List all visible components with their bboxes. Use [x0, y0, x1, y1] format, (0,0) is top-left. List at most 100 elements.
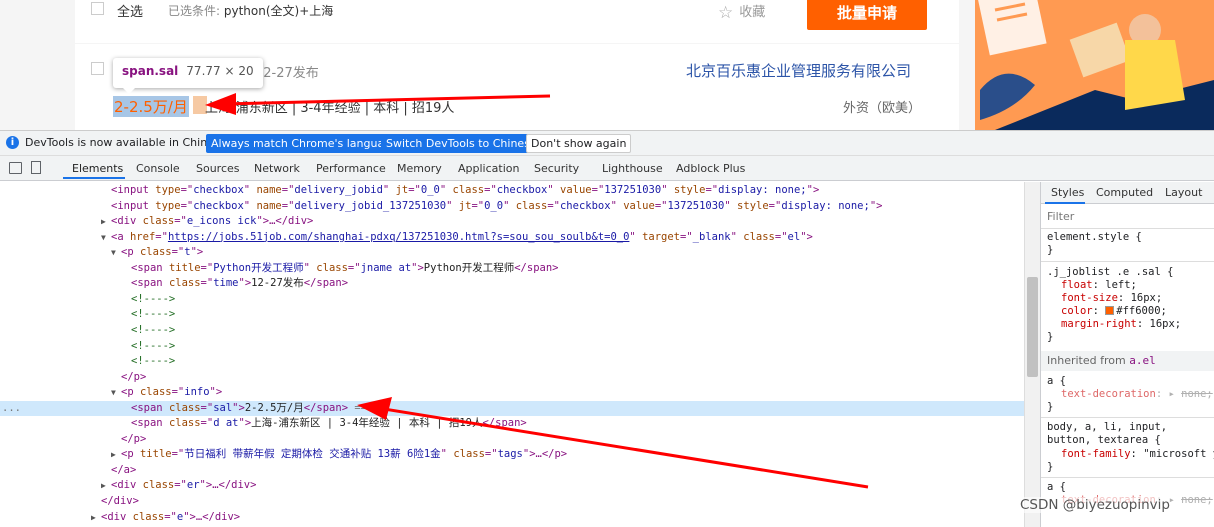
device-toolbar-icon[interactable]: [31, 161, 41, 174]
dom-node-line[interactable]: ▼ <p class="info">: [0, 385, 1024, 401]
dom-node-line[interactable]: </div>: [0, 494, 1024, 510]
tab-security[interactable]: Security: [534, 162, 579, 175]
node-content: <span class="time">12-27发布</span>: [131, 276, 348, 292]
collapse-triangle-icon[interactable]: ▼: [111, 385, 116, 401]
dom-node-line[interactable]: </p>: [0, 432, 1024, 448]
dom-node-line[interactable]: <!---->: [0, 354, 1024, 370]
tab-sources[interactable]: Sources: [196, 162, 240, 175]
attr-quote: ": [629, 230, 636, 243]
prop-value: none;: [1181, 494, 1213, 506]
dom-node-line[interactable]: <span class="time">12-27发布</span>: [0, 276, 1024, 292]
tab-styles[interactable]: Styles: [1051, 186, 1084, 199]
dom-node-line[interactable]: <input type="checkbox" name="delivery_jo…: [0, 183, 1024, 199]
attr-quote: ": [439, 184, 447, 196]
rule-divider: [1041, 261, 1214, 262]
dom-tree-scrollbar[interactable]: [1024, 182, 1040, 527]
dom-node-line[interactable]: ▶ <div class="er">…</div>: [0, 478, 1024, 494]
scrollbar-thumb[interactable]: [1027, 277, 1038, 377]
tab-network[interactable]: Network: [254, 162, 300, 175]
dom-node-line[interactable]: ▶ <div class="e_icons ick">…</div>: [0, 214, 1024, 230]
tab-application[interactable]: Application: [458, 162, 519, 175]
href-link[interactable]: https://jobs.51job.com/shanghai-pdxq/137…: [168, 231, 629, 243]
tab-computed[interactable]: Computed: [1096, 186, 1153, 199]
font-family-prop[interactable]: font-family: "microsoft ya: [1061, 448, 1214, 461]
select-all-label[interactable]: 全选: [117, 1, 143, 20]
css-property[interactable]: font-size: 16px;: [1061, 292, 1162, 305]
favorite-button[interactable]: ☆ 收藏: [718, 1, 765, 23]
prop-name: color: [1061, 305, 1093, 317]
dom-node-line[interactable]: </a>: [0, 463, 1024, 479]
tab-adblock-plus[interactable]: Adblock Plus: [676, 162, 745, 175]
ad-banner[interactable]: [975, 0, 1214, 130]
switch-to-chinese-button[interactable]: Switch DevTools to Chinese: [381, 134, 542, 153]
attr-name: class: [168, 401, 201, 414]
dom-node-line[interactable]: <!---->: [0, 307, 1024, 323]
html-comment: <!---->: [131, 308, 176, 321]
tab-performance[interactable]: Performance: [316, 162, 386, 175]
rule-selector-sal[interactable]: .j_joblist .e .sal {: [1047, 266, 1173, 279]
a-rule-selector[interactable]: a {: [1047, 375, 1066, 388]
attr-value: sal: [213, 401, 233, 414]
tag-close: >…</div>: [262, 215, 314, 228]
dom-node-line[interactable]: ▶ <p title="节日福利 带薪年假 定期体检 交通补贴 13薪 6险1金…: [0, 447, 1024, 463]
dom-node-selected[interactable]: ... <span class="sal">2-2.5万/月</span> == …: [0, 400, 1024, 417]
tab-memory[interactable]: Memory: [397, 162, 442, 175]
attr-eq: =": [164, 510, 177, 523]
select-all-checkbox[interactable]: [91, 2, 104, 15]
prop-name: text-decoration: [1061, 388, 1156, 400]
filter-label: 已选条件:: [168, 4, 221, 18]
dom-node-line[interactable]: <!---->: [0, 323, 1024, 339]
dom-node-line[interactable]: ▼ <p class="t">: [0, 245, 1024, 261]
expand-triangle-icon[interactable]: ▶: [111, 447, 116, 463]
dom-node-line[interactable]: ▼ <a href="https://jobs.51job.com/shangh…: [0, 230, 1024, 246]
attr-quote: ": [303, 261, 310, 274]
expand-triangle-icon[interactable]: ▶: [101, 214, 106, 230]
tab-lighthouse[interactable]: Lighthouse: [602, 162, 663, 175]
attr-name: class: [743, 230, 775, 243]
css-property[interactable]: margin-right: 16px;: [1061, 318, 1181, 331]
styles-filter-input[interactable]: Filter: [1041, 205, 1214, 229]
filter-value: python(全文)+上海: [223, 4, 334, 18]
dom-node-line[interactable]: <span title="Python开发工程师" class="jname a…: [0, 261, 1024, 277]
a-text-decoration[interactable]: text-decoration: ▸ none;: [1061, 388, 1213, 401]
inspect-tooltip: span.sal 77.77 × 20: [113, 58, 263, 94]
always-match-language-button[interactable]: Always match Chrome's language: [206, 134, 403, 153]
collapse-triangle-icon[interactable]: ▼: [101, 230, 106, 246]
attr-value: 137251030: [604, 184, 662, 196]
dom-node-line[interactable]: <input type="checkbox" name="delivery_jo…: [0, 199, 1024, 215]
tab-console[interactable]: Console: [136, 162, 180, 175]
inspect-element-icon[interactable]: [9, 162, 22, 174]
closing-tag: </span>: [303, 401, 349, 414]
tab-elements[interactable]: Elements: [72, 162, 123, 175]
prop-value: 16px;: [1149, 318, 1182, 330]
collapse-triangle-icon[interactable]: ▼: [111, 245, 116, 261]
dont-show-again-button[interactable]: Don't show again: [526, 134, 632, 153]
attr-value: time: [213, 277, 239, 290]
body-rule-selector[interactable]: body, a, li, input, button, textarea {: [1047, 421, 1214, 447]
dom-node-line[interactable]: <span class="d at">上海-浦东新区 | 3-4年经验 | 本科…: [0, 416, 1024, 432]
css-property[interactable]: float: left;: [1061, 279, 1137, 292]
rule-divider: [1041, 477, 1214, 478]
node-menu-dots[interactable]: ...: [2, 401, 21, 417]
attr-value: delivery_jobid: [294, 184, 383, 196]
batch-apply-button[interactable]: 批量申请: [807, 0, 927, 30]
color-swatch-icon[interactable]: [1105, 306, 1115, 315]
inherited-from-link[interactable]: a.el: [1129, 354, 1156, 367]
expand-triangle-icon[interactable]: ▶: [91, 510, 96, 526]
expand-triangle-icon[interactable]: ▶: [101, 478, 106, 494]
dom-node-line[interactable]: <!---->: [0, 339, 1024, 355]
dom-node-line[interactable]: <!---->: [0, 292, 1024, 308]
company-link[interactable]: 北京百乐惠企业管理服务有限公司: [686, 60, 911, 81]
elements-dom-tree[interactable]: <input type="checkbox" name="delivery_jo…: [0, 182, 1024, 527]
attr-eq: =": [484, 184, 497, 196]
attr-eq: =": [200, 277, 214, 290]
css-property[interactable]: color: #ff6000;: [1061, 305, 1167, 318]
dom-node-line[interactable]: </p>: [0, 370, 1024, 386]
element-style-selector[interactable]: element.style {: [1047, 231, 1142, 244]
tag-close: >: [215, 386, 223, 399]
tab-layout[interactable]: Layout: [1165, 186, 1202, 199]
a-rule-selector-2[interactable]: a {: [1047, 481, 1066, 494]
job-checkbox[interactable]: [91, 62, 104, 75]
dom-node-line[interactable]: ▶ <div class="e">…</div>: [0, 510, 1024, 526]
attr-value: er: [186, 479, 200, 492]
